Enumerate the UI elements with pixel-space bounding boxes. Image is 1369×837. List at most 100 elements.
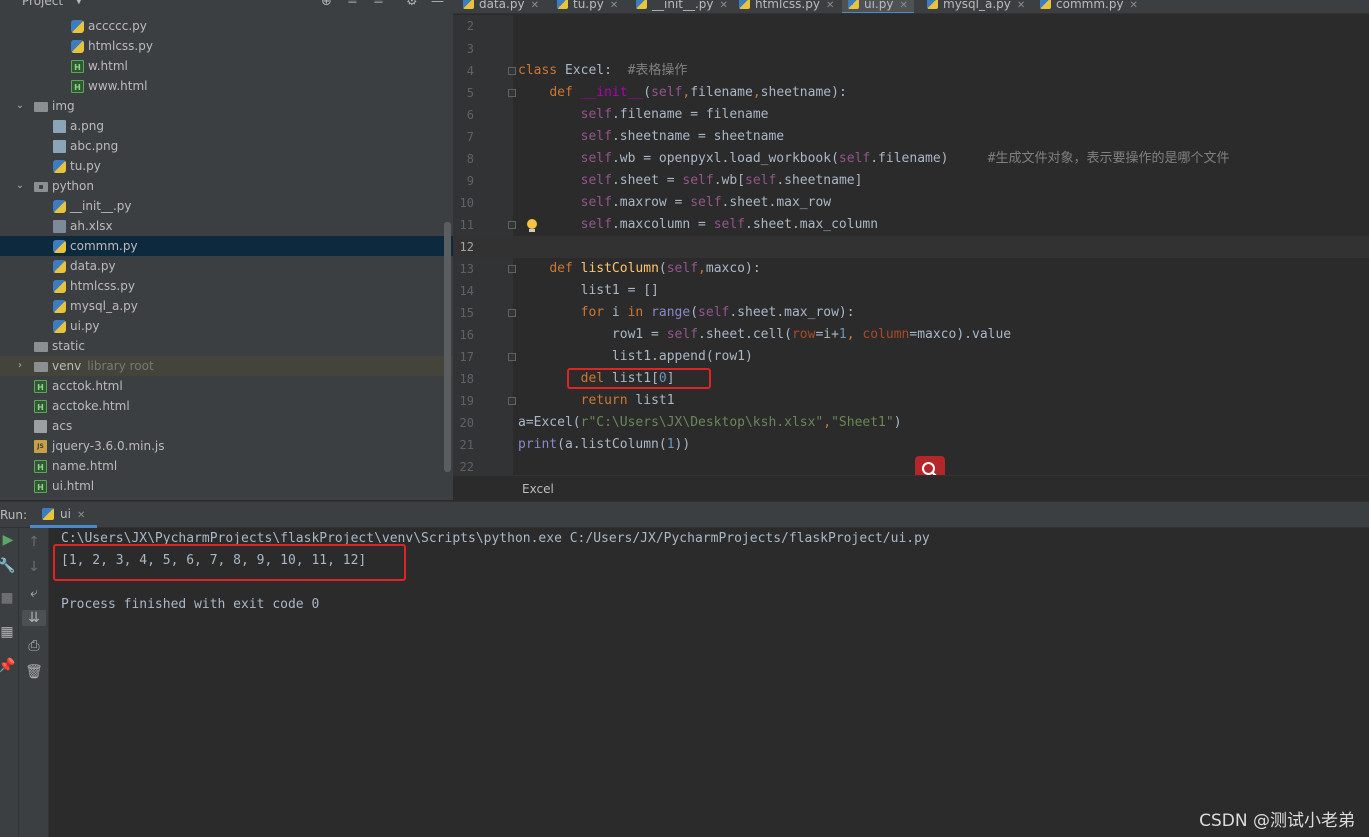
editor-breadcrumb-bar: Excel — [453, 475, 1369, 500]
fold-marker-icon[interactable] — [508, 67, 516, 75]
arrow-up-icon[interactable]: ↑ — [24, 534, 44, 550]
tree-item[interactable]: H w.html — [0, 56, 453, 76]
code-line-20: a=Excel(r"C:\Users\JX\Desktop\ksh.xlsx",… — [518, 415, 902, 430]
tree-folder[interactable]: ⌄ python — [0, 176, 453, 196]
project-title[interactable]: Project — [22, 0, 63, 8]
tree-item[interactable]: p mysql_a.py — [0, 296, 453, 316]
tab-data-py[interactable]: data.py ✕ — [463, 0, 539, 13]
python-file-icon — [848, 0, 859, 9]
tree-item[interactable]: a.png — [0, 116, 453, 136]
tree-item[interactable]: ah.xlsx — [0, 216, 453, 236]
tree-item[interactable]: H ui.html — [0, 476, 453, 496]
tree-item[interactable]: p __init__.py — [0, 196, 453, 216]
tree-item[interactable]: H name.html — [0, 456, 453, 476]
minimize-icon[interactable]: — — [431, 0, 444, 9]
close-icon[interactable]: ✕ — [531, 0, 539, 11]
fold-marker-icon[interactable] — [508, 265, 516, 273]
tree-item-label: python — [52, 179, 94, 193]
tree-item[interactable]: H www.html — [0, 76, 453, 96]
tree-item-label: static — [52, 339, 85, 353]
tree-item[interactable]: p data.py — [0, 256, 453, 276]
tree-item[interactable]: abc.png — [0, 136, 453, 156]
line-number: 19 — [459, 394, 474, 408]
fold-marker-icon[interactable] — [508, 353, 516, 361]
tab-htmlcss-py[interactable]: htmlcss.py ✕ — [739, 0, 834, 13]
tab-init-py[interactable]: __init__.py ✕ — [636, 0, 728, 13]
layout-icon[interactable]: ▦ — [0, 624, 17, 640]
tree-item[interactable]: p ui.py — [0, 316, 453, 336]
run-icon[interactable]: ▶ — [0, 532, 18, 548]
scroll-to-end-icon[interactable]: ⇊ — [22, 610, 46, 626]
breadcrumb[interactable]: Excel — [522, 482, 554, 496]
tree-item-label: img — [52, 99, 75, 113]
tree-item-selected[interactable]: p commm.py — [0, 236, 453, 256]
tab-tu-py[interactable]: tu.py ✕ — [557, 0, 618, 13]
tree-folder[interactable]: › venv library root — [0, 356, 453, 376]
fold-marker-icon[interactable] — [508, 89, 516, 97]
gear-icon[interactable]: ⚙ — [406, 0, 418, 9]
tree-item[interactable]: p tu.py — [0, 156, 453, 176]
python-file-icon: p — [71, 20, 84, 33]
close-icon[interactable]: ✕ — [1130, 0, 1138, 11]
line-number: 17 — [459, 350, 474, 364]
tab-label: data.py — [479, 0, 525, 11]
line-number: 2 — [466, 19, 474, 33]
close-icon[interactable]: ✕ — [826, 0, 834, 11]
editor-tab-bar: data.py ✕ tu.py ✕ __init__.py ✕ htmlcss.py ✕… — [453, 0, 1369, 14]
tree-item[interactable]: H acctok.html — [0, 376, 453, 396]
close-icon[interactable]: ✕ — [1017, 0, 1025, 11]
close-icon[interactable]: ✕ — [610, 0, 618, 11]
chevron-down-icon[interactable]: ⌄ — [14, 176, 26, 196]
trash-icon[interactable]: 🗑 — [24, 664, 44, 680]
tree-item[interactable]: p htmlcss.py — [0, 36, 453, 56]
code-line-17: list1.append(row1) — [518, 349, 753, 364]
tab-ui-py[interactable]: ui.py ✕ — [842, 0, 914, 13]
tree-item-label: accccc.py — [88, 19, 147, 33]
tree-item-label: ui.html — [52, 479, 95, 493]
crosshair-icon[interactable]: ⊕ — [321, 0, 332, 9]
tree-item[interactable]: p htmlcss.py — [0, 276, 453, 296]
python-file-icon — [557, 0, 568, 9]
tree-item[interactable]: acs — [0, 416, 453, 436]
tree-item[interactable]: p accccc.py — [0, 16, 453, 36]
tree-item[interactable]: JS jquery-3.6.0.min.js — [0, 436, 453, 456]
python-file-icon — [927, 0, 938, 9]
arrow-down-icon[interactable]: ↓ — [24, 559, 44, 575]
line-number: 6 — [466, 108, 474, 122]
line-number: 14 — [459, 284, 474, 298]
tree-item-label: w.html — [88, 59, 128, 73]
chevron-down-icon[interactable]: ⌄ — [14, 96, 26, 116]
close-icon[interactable]: ✕ — [77, 510, 85, 521]
tab-commm-py[interactable]: commm.py ✕ — [1040, 0, 1138, 13]
text-file-icon — [34, 420, 47, 433]
chevron-right-icon[interactable]: › — [14, 356, 26, 376]
line-number: 13 — [459, 262, 474, 276]
run-tab-ui[interactable]: ui ✕ — [30, 502, 98, 528]
soft-wrap-icon[interactable]: ⤶ — [24, 585, 44, 601]
tree-item-label: abc.png — [70, 139, 119, 153]
tree-item-label: mysql_a.py — [70, 299, 138, 313]
tree-folder[interactable]: static — [0, 336, 453, 356]
python-file-icon: p — [53, 240, 66, 253]
run-toolbar-primary: ▶ 🔧 ■ ▦ 📌 — [0, 528, 19, 837]
fold-marker-icon[interactable] — [508, 397, 516, 405]
wrench-icon[interactable]: 🔧 — [0, 558, 17, 574]
collapse-all-icon[interactable]: ≙ — [373, 0, 384, 9]
chevron-down-icon[interactable]: ▼ — [75, 0, 83, 6]
pin-icon[interactable]: 📌 — [0, 658, 17, 674]
tree-item[interactable]: H acctoke.html — [0, 396, 453, 416]
print-icon[interactable]: ⎙ — [24, 638, 44, 654]
folder-icon — [34, 342, 48, 352]
expand-all-icon[interactable]: ≚ — [347, 0, 358, 9]
tab-mysql-a-py[interactable]: mysql_a.py ✕ — [927, 0, 1025, 13]
close-icon[interactable]: ✕ — [720, 0, 728, 11]
tree-item-label: www.html — [88, 79, 148, 93]
code-line-9: self.sheet = self.wb[self.sheetname] — [580, 173, 863, 188]
close-icon[interactable]: ✕ — [899, 0, 907, 11]
fold-marker-icon[interactable] — [508, 309, 516, 317]
python-file-icon: p — [53, 200, 66, 213]
image-file-icon — [53, 140, 66, 153]
tree-folder[interactable]: ⌄ img — [0, 96, 453, 116]
fold-marker-icon[interactable] — [508, 221, 516, 229]
stop-icon[interactable]: ■ — [0, 590, 17, 606]
